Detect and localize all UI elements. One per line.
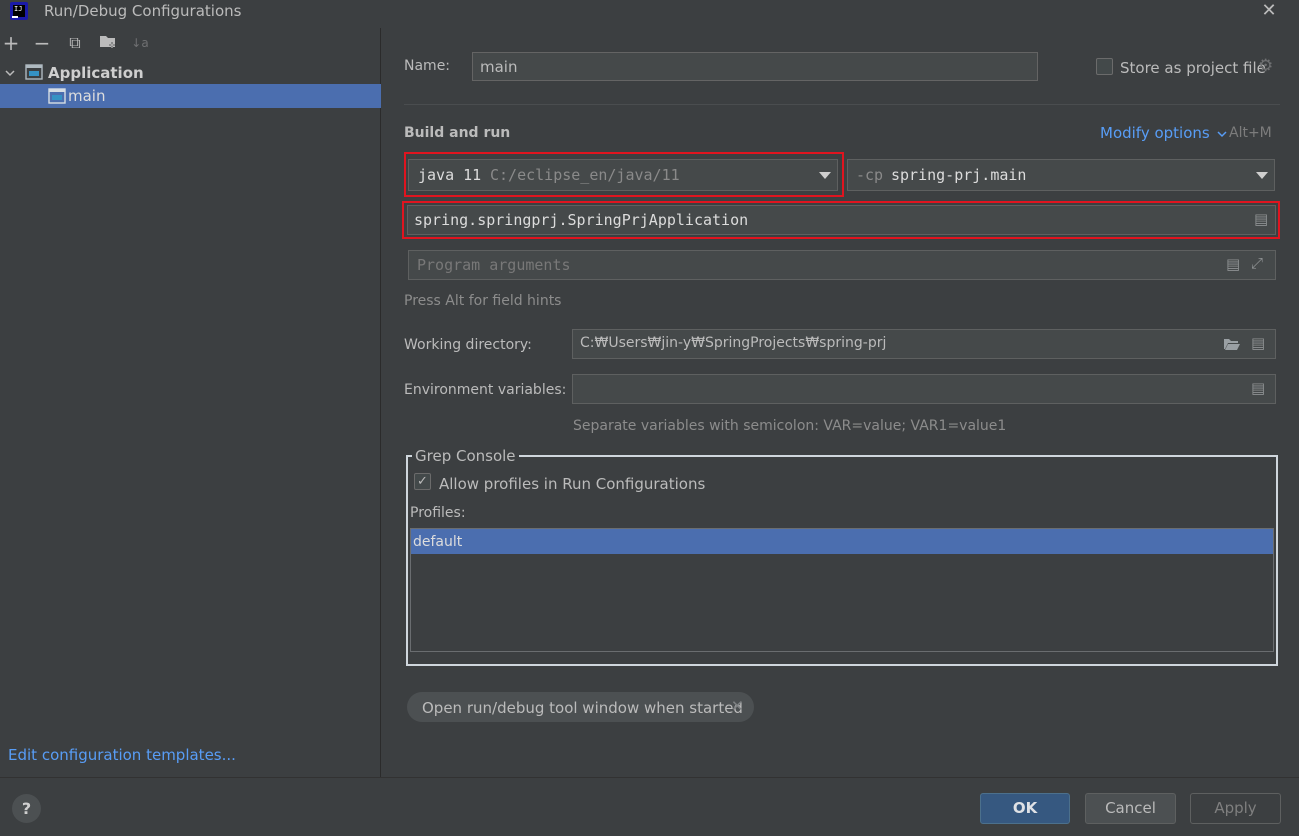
program-arguments-placeholder: Program arguments [417,256,571,274]
configurations-sidebar [0,28,381,777]
tree-item-main[interactable]: main [0,84,381,108]
working-directory-label: Working directory: [404,337,532,353]
application-icon [25,64,43,80]
name-label: Name: [404,58,451,74]
dropdown-arrow-icon [1256,172,1268,179]
store-as-project-file-checkbox[interactable] [1096,58,1113,75]
gear-icon[interactable]: ⚙ [1258,56,1273,76]
main-class-highlight-box [402,201,1280,239]
add-icon[interactable]: + [1,33,21,53]
build-and-run-heading: Build and run [404,125,511,141]
store-as-project-file-label[interactable]: Store as project file [1120,59,1266,77]
browse-icon[interactable]: ▤ [1226,255,1240,273]
modify-options-link[interactable]: Modify options [1100,124,1227,142]
field-hint: Press Alt for field hints [404,293,562,309]
environment-variables-label: Environment variables: [404,382,567,398]
browse-icon[interactable]: ▤ [1251,334,1265,352]
classpath-value: spring-prj.main [891,166,1027,184]
allow-profiles-label[interactable]: Allow profiles in Run Configurations [439,475,705,493]
classpath-select[interactable]: -cp spring-prj.main [847,159,1275,191]
close-icon[interactable]: ✕ [1258,0,1280,22]
profiles-label: Profiles: [410,505,466,521]
environment-variables-input[interactable]: ▤ [572,374,1276,404]
intellij-app-icon: IJ [10,2,28,20]
open-tool-window-chip-label: Open run/debug tool window when started [422,699,743,717]
allow-profiles-checkbox[interactable]: ✓ [414,473,431,490]
copy-icon[interactable]: ⧉ [65,33,85,53]
working-directory-input[interactable]: C:₩Users₩jin-y₩SpringProjects₩spring-prj… [572,329,1276,359]
browse-icon[interactable]: ▤ [1251,379,1265,397]
window-title: Run/Debug Configurations [44,2,242,20]
help-button[interactable]: ? [12,794,41,823]
sort-icon[interactable]: ↓a [130,33,150,53]
expand-icon[interactable]: ⤢ [1251,254,1263,272]
program-arguments-input[interactable]: Program arguments ▤ ⤢ [408,250,1276,280]
remove-icon[interactable]: − [32,33,52,53]
tree-group-label: Application [48,64,144,82]
modify-options-label: Modify options [1100,124,1210,142]
application-config-icon [48,88,66,104]
tree-item-label: main [68,87,106,105]
modify-options-shortcut: Alt+M [1229,125,1272,141]
environment-variables-hint: Separate variables with semicolon: VAR=v… [573,418,1007,434]
classpath-flag: -cp [856,166,884,184]
grep-console-title: Grep Console [412,447,519,465]
close-icon[interactable]: ✕ [731,697,744,715]
working-directory-value: C:₩Users₩jin-y₩SpringProjects₩spring-prj [580,335,887,351]
edit-configuration-templates-link[interactable]: Edit configuration templates... [8,746,236,764]
ok-button[interactable]: OK [980,793,1070,824]
tree-group-application[interactable]: Application [0,61,381,85]
list-item[interactable]: default [411,529,1273,554]
folder-open-icon[interactable] [1223,337,1241,351]
divider [404,104,1280,105]
chevron-down-icon [1216,130,1227,137]
cancel-button[interactable]: Cancel [1085,793,1176,824]
chevron-down-icon[interactable] [4,67,16,79]
sidebar-toolbar: + − ⧉ ↓a [0,30,381,56]
jre-highlight-box [404,152,844,197]
new-folder-icon[interactable] [98,33,118,53]
name-input[interactable]: main [472,52,1038,81]
apply-button[interactable]: Apply [1190,793,1281,824]
